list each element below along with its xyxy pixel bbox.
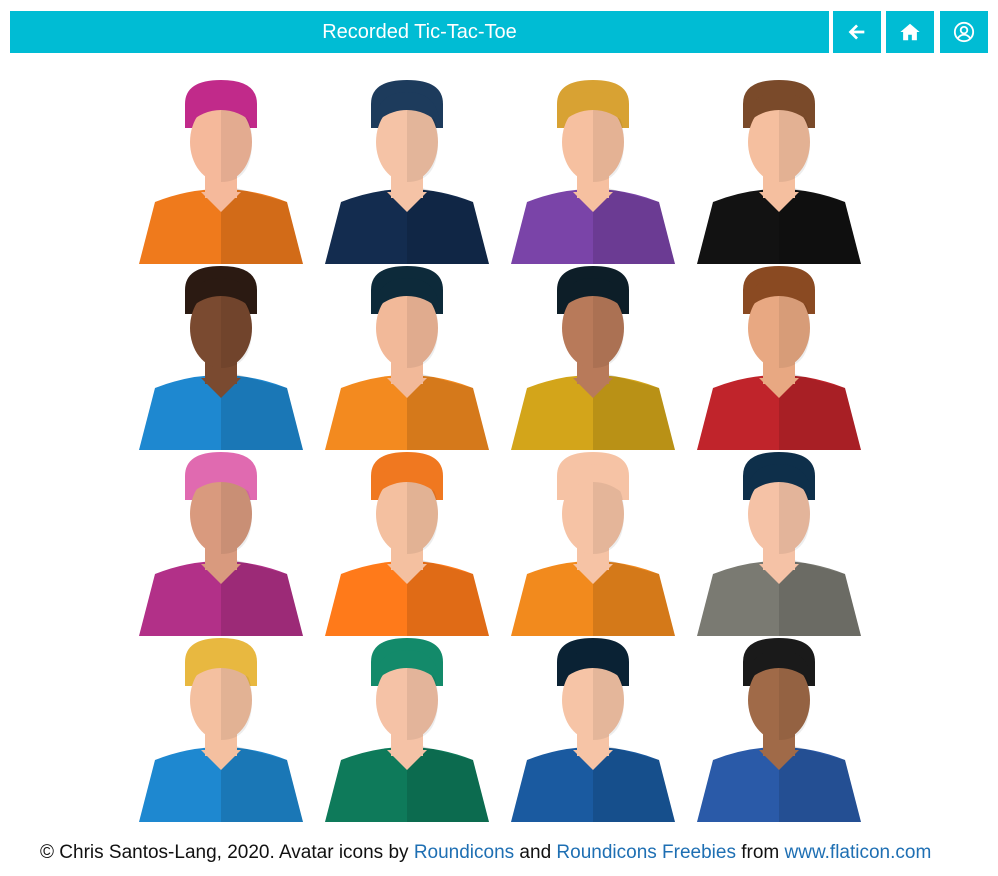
avatar-cell-14[interactable]: [314, 636, 500, 822]
man-headset-blond-icon: [511, 80, 675, 264]
avatar-cell-13[interactable]: [128, 636, 314, 822]
avatar-cell-1[interactable]: [128, 78, 314, 264]
avatar-cell-6[interactable]: [314, 264, 500, 450]
man-bowler-mustache-icon: [325, 80, 489, 264]
user-circle-icon: [953, 21, 975, 43]
man-afro-green-shirt-icon: [697, 638, 861, 822]
avatar-cell-8[interactable]: [686, 264, 872, 450]
avatar-cell-11[interactable]: [500, 450, 686, 636]
woman-saree-bindi-icon: [325, 266, 489, 450]
credits-footer: © Chris Santos-Lang, 2020. Avatar icons …: [40, 842, 931, 864]
woman-curly-earrings-icon: [511, 266, 675, 450]
avatar-cell-10[interactable]: [314, 450, 500, 636]
credits-text-and: and: [514, 842, 557, 863]
back-button[interactable]: [833, 11, 881, 53]
woman-headset-ponytail-icon: [697, 80, 861, 264]
flaticon-link[interactable]: www.flaticon.com: [785, 842, 932, 863]
ninja-swords-icon: [325, 638, 489, 822]
avatar-cell-15[interactable]: [500, 636, 686, 822]
avatar-cell-5[interactable]: [128, 264, 314, 450]
man-beard-sunglasses-icon: [697, 266, 861, 450]
avatar-cell-3[interactable]: [500, 78, 686, 264]
avatar-cell-2[interactable]: [314, 78, 500, 264]
arrow-left-icon: [848, 24, 865, 40]
roundicons-link[interactable]: Roundicons: [414, 842, 514, 863]
title-bar: Recorded Tic-Tac-Toe: [10, 11, 829, 53]
woman-bob-hair-icon: [511, 638, 675, 822]
woman-hijab-icon: [697, 452, 861, 636]
avatar-cell-16[interactable]: [686, 636, 872, 822]
avatar-cell-4[interactable]: [686, 78, 872, 264]
man-turban-vest-icon: [325, 452, 489, 636]
diver-snorkel-icon: [139, 638, 303, 822]
home-icon: [900, 23, 920, 41]
woman-pink-hair-glasses-icon: [139, 80, 303, 264]
avatar-grid: [128, 78, 872, 822]
credits-text: © Chris Santos-Lang, 2020. Avatar icons …: [40, 842, 414, 863]
man-cap-gold-chain-icon: [139, 266, 303, 450]
woman-pink-bikini-icon: [139, 452, 303, 636]
avatar-cell-12[interactable]: [686, 450, 872, 636]
avatar-cell-9[interactable]: [128, 450, 314, 636]
roundicons-freebies-link[interactable]: Roundicons Freebies: [556, 842, 736, 863]
home-button[interactable]: [886, 11, 934, 53]
credits-text-from: from: [735, 842, 785, 863]
avatar-cell-7[interactable]: [500, 264, 686, 450]
user-button[interactable]: [940, 11, 988, 53]
monk-orange-robe-icon: [511, 452, 675, 636]
page-title: Recorded Tic-Tac-Toe: [322, 20, 517, 43]
